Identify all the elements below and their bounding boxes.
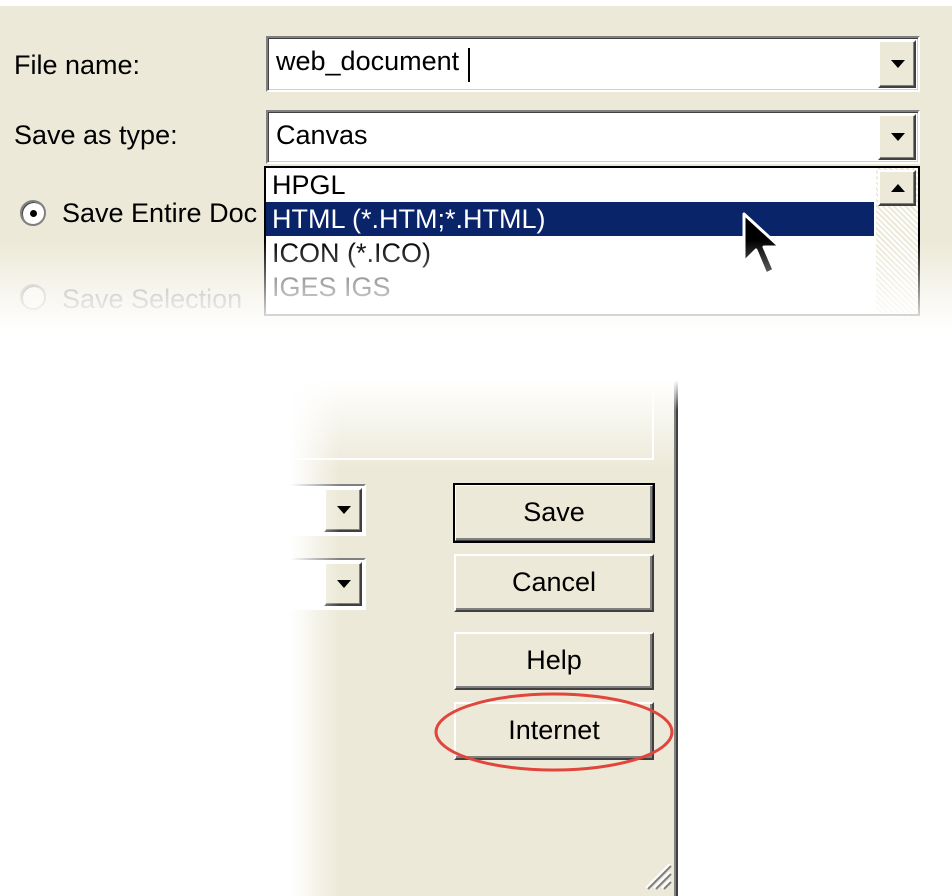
list-item-hpgl[interactable]: HPGL [272, 168, 346, 202]
file-name-input[interactable]: web_document [276, 46, 459, 77]
combo-stub-1[interactable] [290, 484, 366, 536]
mouse-pointer-icon [742, 212, 782, 276]
file-name-combobox[interactable]: web_document [266, 36, 920, 92]
radio-save-selection[interactable] [20, 284, 46, 310]
scroll-up-button[interactable] [878, 170, 916, 206]
save-as-type-label: Save as type: [14, 120, 178, 150]
file-name-label: File name: [14, 50, 141, 80]
top-dialog-fragment: File name: web_document Save as type: Ca… [0, 0, 952, 330]
list-item-iges[interactable]: IGES IGS [272, 270, 391, 304]
chevron-down-icon [891, 60, 905, 68]
combo-stub-2[interactable] [290, 558, 366, 610]
radio-save-entire-label: Save Entire Doc [62, 198, 258, 228]
chevron-up-icon [891, 184, 905, 192]
chevron-down-icon [337, 580, 351, 588]
filename-dropdown-button-lower[interactable] [324, 488, 362, 532]
help-button[interactable]: Help [454, 632, 654, 690]
preview-box [290, 380, 654, 460]
file-name-dropdown-button[interactable] [878, 40, 916, 88]
save-button[interactable]: Save [453, 483, 655, 543]
save-as-type-combobox[interactable]: Canvas [266, 110, 920, 164]
top-edge-line [0, 0, 952, 6]
text-caret [468, 48, 470, 82]
save-as-type-dropdown-button[interactable] [878, 114, 916, 160]
window-right-edge [674, 380, 680, 896]
type-dropdown-button-lower[interactable] [324, 562, 362, 606]
bottom-dialog-fragment: Save Cancel Help Internet [290, 380, 684, 896]
chevron-down-icon [337, 506, 351, 514]
radio-save-entire[interactable] [20, 200, 46, 226]
list-scrollbar[interactable] [876, 168, 918, 314]
chevron-down-icon [891, 133, 905, 141]
save-as-type-list[interactable]: HPGL HTML (*.HTM;*.HTML) ICON (*.ICO) IG… [264, 166, 920, 316]
radio-save-selection-label: Save Selection [62, 284, 243, 314]
highlight-circle [434, 692, 674, 772]
save-as-type-value: Canvas [276, 120, 368, 150]
cancel-button[interactable]: Cancel [454, 554, 654, 612]
list-item-icon[interactable]: ICON (*.ICO) [272, 236, 431, 270]
radio-dot [30, 210, 37, 217]
resize-grip-icon[interactable] [640, 858, 672, 890]
